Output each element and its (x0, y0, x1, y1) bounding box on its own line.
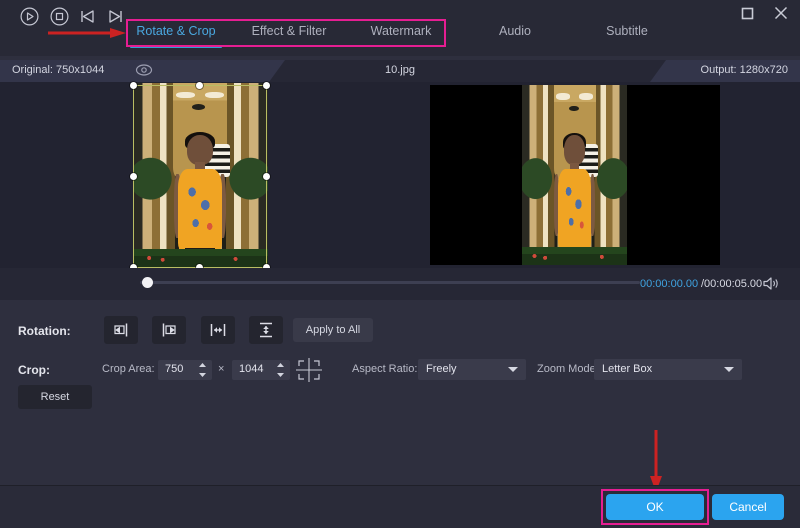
next-frame-icon[interactable] (106, 7, 125, 26)
crop-handle-top-right[interactable] (263, 82, 270, 89)
rotate-right-icon (160, 321, 178, 339)
crop-width-input[interactable]: 750 (158, 360, 212, 380)
zoom-mode-value: Letter Box (602, 363, 652, 375)
zoom-mode-label: Zoom Mode: (537, 363, 599, 375)
apply-to-all-label: Apply to All (306, 324, 360, 336)
flip-horizontal-icon (209, 321, 227, 339)
tab-watermark[interactable]: Watermark (356, 18, 446, 38)
window-controls (736, 2, 792, 24)
tiki-eyebrow-left (176, 92, 194, 99)
crop-area-label: Crop Area: (102, 363, 155, 375)
file-name-label: 10.jpg (0, 64, 800, 76)
crop-handle-top-left[interactable] (130, 82, 137, 89)
stop-icon[interactable] (50, 7, 69, 26)
aspect-ratio-label: Aspect Ratio: (352, 363, 417, 375)
crop-height-input[interactable]: 1044 (232, 360, 290, 380)
foreground-flowers (522, 247, 627, 265)
chevron-down-icon (508, 367, 518, 372)
rotate-left-button[interactable] (104, 316, 138, 344)
person-shirt (558, 169, 592, 249)
previous-frame-icon[interactable] (78, 7, 97, 26)
zoom-mode-select[interactable]: Letter Box (594, 359, 742, 380)
output-photo (522, 85, 627, 265)
output-size-label: Output: 1280x720 (701, 64, 788, 76)
ok-button[interactable]: OK (606, 494, 704, 520)
person-head (187, 135, 213, 165)
letterbox-canvas (430, 85, 720, 265)
maximize-icon[interactable] (736, 2, 758, 24)
active-tab-underline (130, 45, 222, 48)
tab-label: Subtitle (606, 24, 648, 38)
tab-label: Audio (499, 24, 531, 38)
aspect-ratio-select[interactable]: Freely (418, 359, 526, 380)
crop-center-icon[interactable] (296, 358, 322, 382)
tiki-eyebrow-left (556, 93, 570, 100)
output-preview-panel[interactable] (400, 82, 800, 268)
tab-audio[interactable]: Audio (470, 18, 560, 38)
volume-icon[interactable] (762, 276, 780, 292)
flip-horizontal-button[interactable] (201, 316, 235, 344)
seek-bar-track[interactable] (140, 281, 640, 284)
stepper-arrows-icon (276, 362, 285, 378)
annotation-arrow-right (48, 27, 126, 39)
tab-label: Effect & Filter (252, 24, 327, 38)
stepper-arrows-icon (198, 362, 207, 378)
source-preview-panel[interactable] (0, 82, 400, 268)
reset-label: Reset (41, 391, 70, 403)
tab-label: Watermark (371, 24, 432, 38)
crop-height-value: 1044 (239, 363, 263, 375)
crop-label: Crop: (18, 363, 50, 377)
rotation-label: Rotation: (18, 324, 71, 338)
play-icon[interactable] (20, 7, 39, 26)
rotate-right-button[interactable] (152, 316, 186, 344)
video-converter-edit-dialog: Rotate & Crop Effect & Filter Watermark … (0, 0, 800, 528)
tiki-nose (192, 104, 205, 110)
current-time-label: 00:00:00.00 (640, 278, 698, 290)
tiki-eyebrow-right (579, 93, 593, 100)
preview-stage (0, 82, 800, 268)
total-time-label: /00:00:05.00 (701, 278, 762, 290)
person-shirt (178, 169, 221, 251)
cancel-button[interactable]: Cancel (712, 494, 784, 520)
flip-vertical-button[interactable] (249, 316, 283, 344)
crop-handle-middle-right[interactable] (263, 173, 270, 180)
tab-effect-and-filter[interactable]: Effect & Filter (244, 18, 334, 38)
crop-handle-top-center[interactable] (196, 82, 203, 89)
tiki-eyebrow-right (205, 92, 223, 99)
crop-dimension-separator: × (218, 363, 224, 375)
person-head (564, 135, 584, 165)
source-photo (133, 83, 268, 267)
reset-button[interactable]: Reset (18, 385, 92, 409)
tiki-nose (569, 106, 579, 112)
tab-label: Rotate & Crop (136, 24, 215, 38)
tab-rotate-and-crop[interactable]: Rotate & Crop (131, 18, 221, 38)
preview-info-bar: Original: 750x1044 10.jpg Output: 1280x7… (0, 60, 800, 82)
crop-width-value: 750 (165, 363, 183, 375)
close-icon[interactable] (770, 2, 792, 24)
apply-to-all-button[interactable]: Apply to All (293, 318, 373, 342)
cancel-label: Cancel (729, 500, 766, 514)
ok-label: OK (646, 500, 663, 514)
crop-handle-middle-left[interactable] (130, 173, 137, 180)
chevron-down-icon (724, 367, 734, 372)
annotation-arrow-down (648, 430, 664, 492)
person-figure (173, 135, 227, 267)
flip-vertical-icon (257, 321, 275, 339)
person-figure (554, 135, 596, 265)
seek-bar-handle[interactable] (142, 277, 153, 288)
aspect-ratio-value: Freely (426, 363, 457, 375)
rotate-left-icon (112, 321, 130, 339)
tab-subtitle[interactable]: Subtitle (582, 18, 672, 38)
